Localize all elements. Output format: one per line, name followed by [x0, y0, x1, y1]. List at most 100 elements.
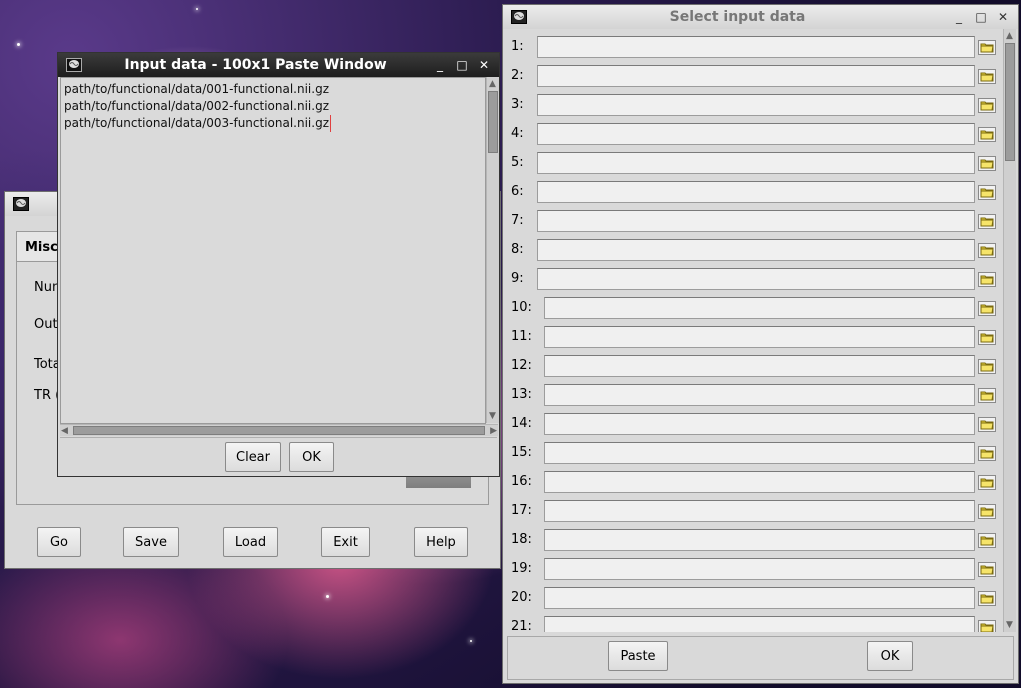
maximize-button[interactable]: □ — [451, 58, 473, 72]
clear-button[interactable]: Clear — [225, 442, 281, 472]
minimize-button[interactable]: _ — [948, 10, 970, 24]
input-path-field[interactable] — [537, 210, 975, 232]
scroll-up-icon[interactable]: ▲ — [1006, 31, 1013, 41]
row-label: 17: — [511, 503, 532, 518]
input-path-field[interactable] — [537, 36, 975, 58]
input-path-field[interactable] — [537, 65, 975, 87]
input-path-field[interactable] — [544, 558, 975, 580]
folder-icon[interactable] — [977, 530, 997, 550]
scrollbar-thumb[interactable] — [488, 91, 498, 153]
row-label: 19: — [511, 561, 532, 576]
scroll-down-icon[interactable]: ▼ — [1006, 620, 1013, 630]
folder-icon[interactable] — [977, 472, 997, 492]
folder-icon[interactable] — [977, 617, 997, 632]
row-label: 18: — [511, 532, 532, 547]
folder-icon[interactable] — [977, 501, 997, 521]
folder-icon[interactable] — [977, 182, 997, 202]
input-path-field[interactable] — [537, 268, 975, 290]
row-label: 13: — [511, 387, 532, 402]
folder-icon[interactable] — [977, 356, 997, 376]
input-path-field[interactable] — [537, 239, 975, 261]
paste-window-title: Input data - 100x1 Paste Window — [124, 57, 387, 73]
ok-button[interactable]: OK — [289, 442, 334, 472]
row-label: 10: — [511, 300, 532, 315]
input-path-field[interactable] — [544, 355, 975, 377]
paste-window-divider — [60, 437, 497, 438]
folder-icon[interactable] — [977, 124, 997, 144]
star — [470, 640, 472, 642]
row-label: 20: — [511, 590, 532, 605]
load-button[interactable]: Load — [223, 527, 278, 557]
scroll-right-icon[interactable]: ▶ — [490, 426, 497, 436]
folder-icon[interactable] — [977, 588, 997, 608]
input-path-field[interactable] — [544, 616, 975, 632]
folder-icon[interactable] — [977, 95, 997, 115]
row-label: 15: — [511, 445, 532, 460]
input-rows: 1: 2: 3: 4: 5: 6: 7: 8: 9: 10: 11: 12: 13: 14: 15: 16: 1… — [503, 29, 1003, 632]
paste-line: path/to/functional/data/003-functional.n… — [64, 115, 331, 132]
paste-window-titlebar[interactable]: Input data - 100x1 Paste Window _ □ ✕ — [58, 53, 499, 77]
close-button[interactable]: ✕ — [473, 58, 495, 72]
paste-window: Input data - 100x1 Paste Window _ □ ✕ pa… — [57, 52, 500, 477]
folder-icon[interactable] — [977, 153, 997, 173]
input-path-field[interactable] — [544, 529, 975, 551]
input-path-field[interactable] — [537, 181, 975, 203]
input-path-field[interactable] — [544, 500, 975, 522]
row-label: 9: — [511, 271, 524, 286]
maximize-button[interactable]: □ — [970, 10, 992, 24]
go-button[interactable]: Go — [37, 527, 81, 557]
star — [326, 595, 329, 598]
row-label: 14: — [511, 416, 532, 431]
vertical-scrollbar[interactable]: ▲ ▼ — [486, 77, 499, 423]
input-path-field[interactable] — [537, 152, 975, 174]
input-path-field[interactable] — [537, 94, 975, 116]
row-label: 8: — [511, 242, 524, 257]
row-label: 2: — [511, 68, 524, 83]
folder-icon[interactable] — [977, 240, 997, 260]
star — [196, 8, 198, 10]
select-input-window: Select input data _ □ ✕ 1: 2: 3: 4: 5: 6: 7: 8:… — [502, 4, 1019, 684]
minimize-button[interactable]: _ — [429, 58, 451, 72]
save-button[interactable]: Save — [123, 527, 179, 557]
vertical-scrollbar[interactable]: ▲ ▼ — [1003, 29, 1016, 632]
star — [17, 43, 20, 46]
input-path-field[interactable] — [544, 297, 975, 319]
row-label: 3: — [511, 97, 524, 112]
input-path-field[interactable] — [544, 326, 975, 348]
horizontal-scrollbar[interactable]: ◀ ▶ — [60, 424, 498, 436]
row-label: 5: — [511, 155, 524, 170]
close-button[interactable]: ✕ — [992, 10, 1014, 24]
folder-icon[interactable] — [977, 211, 997, 231]
exit-button[interactable]: Exit — [321, 527, 370, 557]
folder-icon[interactable] — [977, 414, 997, 434]
folder-icon[interactable] — [977, 559, 997, 579]
input-path-field[interactable] — [544, 587, 975, 609]
paste-line: path/to/functional/data/002-functional.n… — [64, 99, 329, 113]
input-path-field[interactable] — [544, 384, 975, 406]
input-path-field[interactable] — [544, 413, 975, 435]
folder-icon[interactable] — [977, 327, 997, 347]
scrollbar-thumb[interactable] — [1005, 43, 1015, 161]
paste-textarea[interactable]: path/to/functional/data/001-functional.n… — [60, 77, 486, 424]
folder-icon[interactable] — [977, 298, 997, 318]
scroll-up-icon[interactable]: ▲ — [489, 79, 496, 89]
folder-icon[interactable] — [977, 269, 997, 289]
brain-icon — [13, 197, 29, 211]
row-label: 1: — [511, 39, 524, 54]
scroll-down-icon[interactable]: ▼ — [489, 411, 496, 421]
folder-icon[interactable] — [977, 37, 997, 57]
folder-icon[interactable] — [977, 66, 997, 86]
select-window-titlebar[interactable]: Select input data _ □ ✕ — [503, 5, 1018, 29]
input-path-field[interactable] — [537, 123, 975, 145]
scrollbar-thumb[interactable] — [73, 426, 485, 435]
folder-icon[interactable] — [977, 385, 997, 405]
scroll-left-icon[interactable]: ◀ — [61, 426, 68, 436]
ok-button[interactable]: OK — [867, 641, 913, 671]
paste-line: path/to/functional/data/001-functional.n… — [64, 82, 329, 96]
brain-icon — [511, 10, 527, 24]
input-path-field[interactable] — [544, 442, 975, 464]
folder-icon[interactable] — [977, 443, 997, 463]
paste-button[interactable]: Paste — [608, 641, 668, 671]
help-button[interactable]: Help — [414, 527, 468, 557]
input-path-field[interactable] — [544, 471, 975, 493]
